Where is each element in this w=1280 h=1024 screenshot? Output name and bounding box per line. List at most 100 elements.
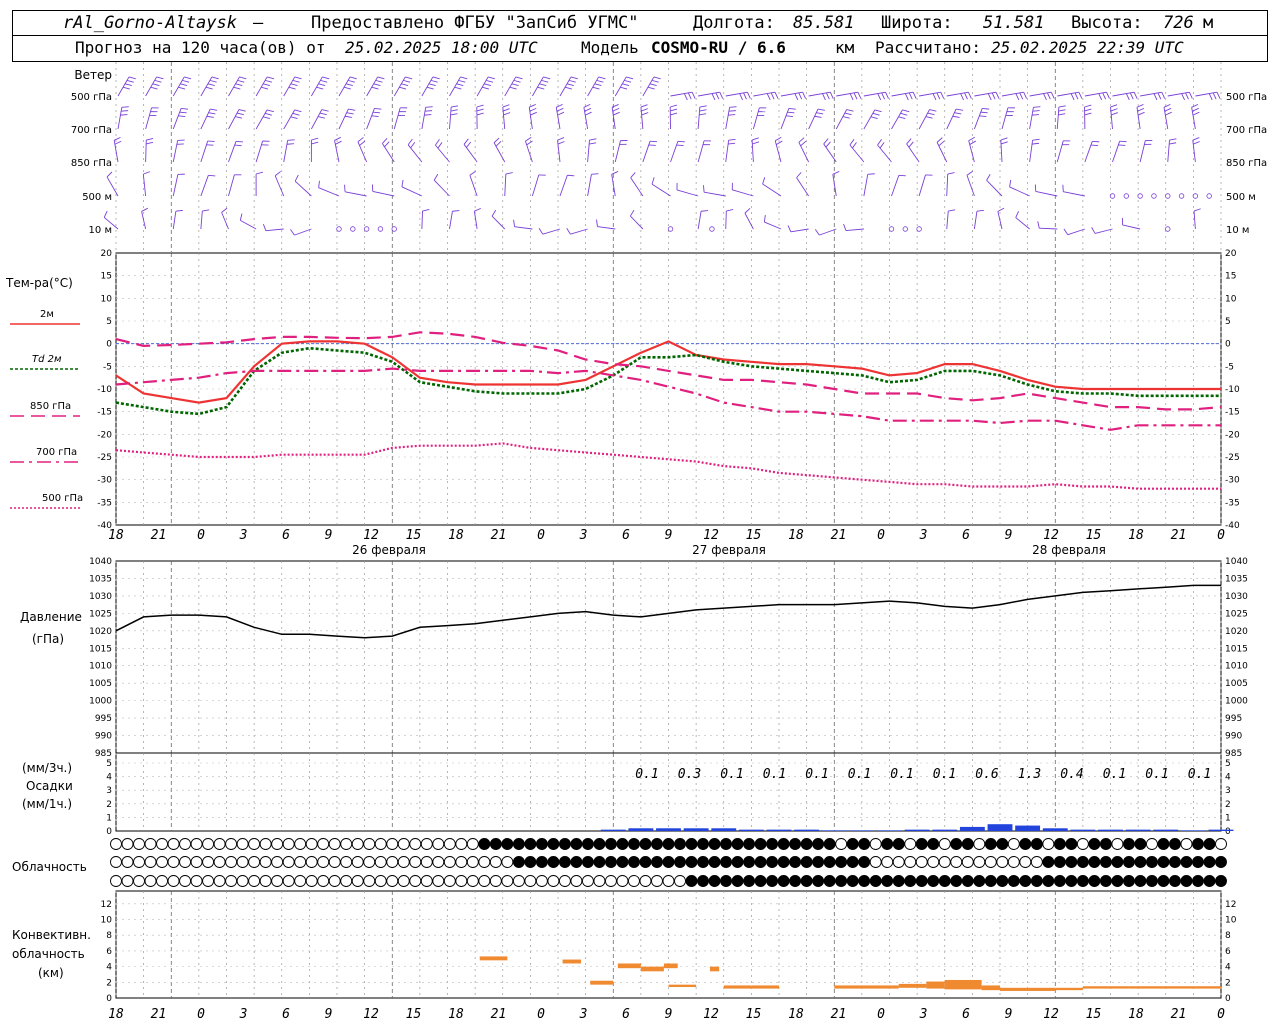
cloud-cover-marker: [374, 875, 387, 887]
wind-barb-feather: [505, 172, 513, 175]
precip-total-label: 0.6: [975, 767, 999, 782]
wind-barb-feather: [1193, 141, 1200, 145]
wind-barb: [597, 226, 616, 230]
wind-barb-feather: [844, 112, 852, 116]
precip-total-label: 0.1: [848, 767, 871, 782]
wind-barb-feather: [538, 228, 544, 235]
wind-barb-feather: [927, 112, 935, 116]
wind-barb: [1084, 141, 1093, 163]
wind-barb-feather: [317, 116, 325, 119]
cloud-cover-marker: [1215, 856, 1227, 868]
cloud-cover-marker: [927, 838, 940, 850]
wind-barb-feather: [701, 210, 709, 212]
cloud-cover-marker: [616, 856, 629, 868]
wind-barb-feather: [377, 76, 385, 80]
wind-barb-feather: [290, 229, 295, 236]
wind-barb-feather: [1058, 113, 1066, 116]
wind-calm-marker: [667, 226, 674, 232]
cloud-cover-marker: [328, 856, 341, 868]
wind-barb-feather: [290, 83, 298, 87]
precip-total-label: 0.1: [763, 767, 786, 782]
wind-calm-marker: [377, 226, 384, 232]
convective-cloud-bar: [1128, 986, 1221, 989]
wind-barb-feather: [566, 83, 574, 87]
wind-barb-feather: [647, 86, 655, 90]
wind-barb-feather: [762, 177, 766, 185]
temp-tick-left: -20: [97, 430, 112, 440]
x-tick-label-bottom: 21: [1171, 1007, 1187, 1022]
x-tick-label-bottom: 12: [703, 1007, 719, 1022]
date-label: 26 февраля: [352, 543, 426, 557]
wind-barb-feather: [1216, 91, 1221, 99]
wind-barb: [1001, 107, 1009, 130]
cloud-cover-marker: [432, 838, 445, 850]
cloud-cover-marker: [846, 856, 859, 868]
wind-barb-feather: [739, 93, 743, 101]
wind-barb-feather: [641, 108, 649, 112]
wind-barb-feather: [728, 110, 736, 112]
cloud-cover-marker: [835, 838, 848, 850]
precip-bar: [766, 829, 792, 831]
cloud-cover-marker: [938, 875, 951, 887]
wind-barb: [725, 210, 727, 230]
x-tick-label-bottom: 9: [665, 1007, 673, 1022]
wind-calm-marker: [363, 226, 370, 232]
cloud-cover-marker: [443, 875, 456, 887]
cloud-cover-marker: [950, 875, 963, 887]
wind-barb: [614, 76, 627, 97]
precip-bar: [683, 828, 709, 831]
cloud-cover-marker: [340, 856, 353, 868]
wind-barb-feather: [511, 83, 519, 87]
wind-barb: [449, 107, 452, 130]
cloud-cover-marker: [858, 838, 871, 850]
cloud-cover-marker: [524, 875, 537, 887]
cloud-cover-marker: [1157, 875, 1170, 887]
cloud-cover-marker: [996, 856, 1009, 868]
wind-barb: [819, 228, 837, 236]
wind-calm-marker: [391, 226, 397, 232]
x-tick-label: 18: [788, 528, 804, 543]
wind-barb-feather: [357, 137, 364, 143]
precip-tick-left: 1: [106, 813, 112, 823]
cloud-cover-marker: [259, 856, 272, 868]
cloud-cover-marker: [869, 838, 882, 850]
wind-barb-feather: [1084, 112, 1092, 116]
precip-tick-left: 3: [106, 786, 112, 796]
wind-barb-feather: [626, 76, 634, 80]
wind-barb-feather: [770, 92, 775, 100]
wind-barb: [936, 142, 948, 163]
wind-barb: [918, 174, 926, 197]
wind-barb-feather: [986, 174, 991, 181]
precip-total-label: 0.1: [933, 767, 956, 782]
date-label: 27 февраля: [692, 543, 766, 557]
cloud-cover-marker: [547, 856, 560, 868]
x-tick-label-bottom: 6: [282, 1007, 290, 1022]
wind-barb-feather: [1058, 109, 1066, 112]
wind-barb-feather: [452, 210, 460, 212]
wind-barb: [1056, 140, 1064, 163]
wind-barb: [764, 221, 782, 230]
cloud-cover-marker: [524, 838, 537, 850]
wind-barb-feather: [591, 173, 599, 175]
convective-cloud-bar: [751, 985, 779, 989]
wind-barb-feather: [221, 207, 228, 213]
wind-barb-feather: [372, 111, 381, 114]
cloud-cover-marker: [305, 856, 318, 868]
cloud-cover-marker: [190, 838, 203, 850]
wind-barb: [476, 76, 489, 97]
wind-barb-feather: [1212, 92, 1217, 100]
wind-barb-feather: [426, 86, 434, 90]
wind-level-label-right: 850 гПа: [1226, 158, 1267, 169]
precip-total-label: 0.1: [635, 767, 658, 782]
wind-barb: [1009, 186, 1030, 197]
wind-barb-feather: [744, 208, 751, 214]
cloud-cover-marker: [685, 838, 698, 850]
cloud-cover-marker: [950, 838, 963, 850]
wind-barb-feather: [488, 76, 496, 80]
wind-barb-feather: [902, 109, 910, 113]
wind-barb-feather: [703, 185, 705, 193]
wind-barb-feather: [513, 219, 515, 227]
wind-barb-feather: [146, 141, 154, 145]
convective-cloud-bar: [1000, 987, 1056, 991]
cloud-cover-marker: [812, 838, 825, 850]
